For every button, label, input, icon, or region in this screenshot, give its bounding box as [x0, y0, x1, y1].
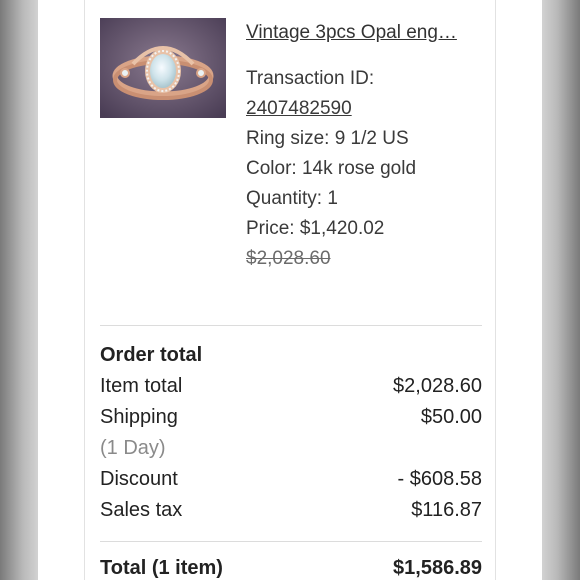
- item-color: Color: 14k rose gold: [246, 158, 417, 179]
- shipping-label: Shipping: [100, 406, 178, 428]
- divider: [100, 325, 482, 326]
- item-thumbnail[interactable]: [100, 18, 226, 118]
- divider: [100, 541, 482, 542]
- item-total-value: $2,028.60: [393, 375, 482, 397]
- sales-tax-value: $116.87: [411, 499, 482, 521]
- item-quantity: Quantity: 1: [246, 188, 338, 209]
- item-price: Price: $1,420.02: [246, 218, 385, 239]
- total-value: $1,586.89: [393, 557, 482, 579]
- ring-size: Ring size: 9 1/2 US: [246, 128, 409, 149]
- total-label: Total (1 item): [100, 557, 223, 579]
- discount-value: - $608.58: [397, 468, 482, 490]
- transaction-label: Transaction ID:: [246, 68, 375, 89]
- shipping-speed: (1 Day): [100, 437, 166, 459]
- item-total-label: Item total: [100, 375, 183, 397]
- original-price: $2,028.60: [246, 248, 331, 269]
- item-title-link[interactable]: Vintage 3pcs Opal eng…: [246, 22, 476, 44]
- order-details-screen: Vintage 3pcs Opal eng… Transaction ID: 2…: [38, 0, 542, 580]
- left-photo-border: [0, 0, 38, 580]
- right-photo-border: [542, 0, 580, 580]
- sales-tax-label: Sales tax: [100, 499, 183, 521]
- transaction-id-link[interactable]: 2407482590: [246, 98, 352, 120]
- order-total-heading-label: Order total: [100, 344, 203, 366]
- shipping-value: $50.00: [420, 406, 482, 428]
- discount-label: Discount: [100, 468, 178, 490]
